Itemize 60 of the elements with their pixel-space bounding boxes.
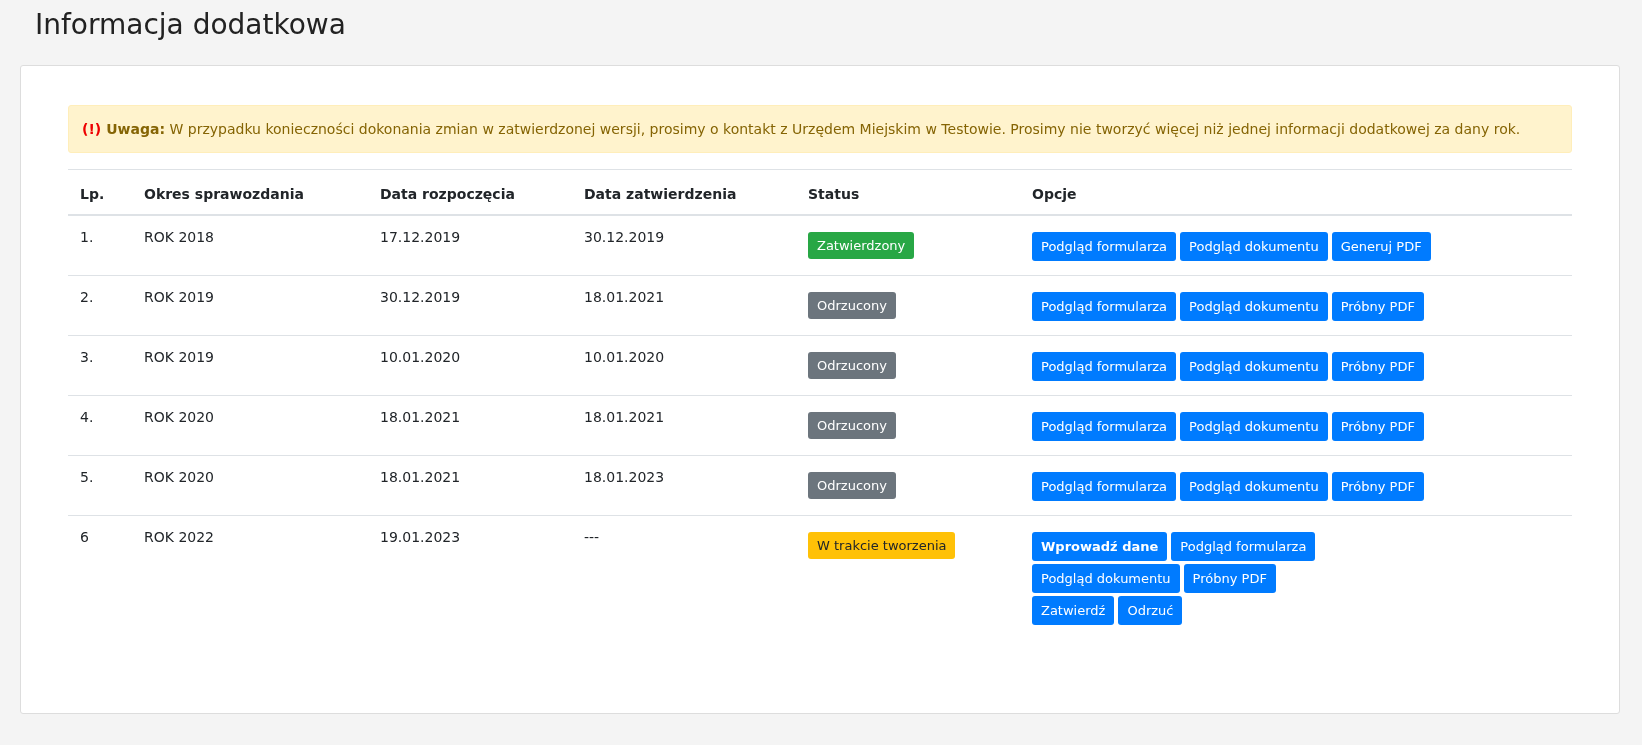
column-header: Status: [808, 186, 860, 202]
option-button[interactable]: Podgląd formularza: [1032, 352, 1177, 381]
column-header: Data zatwierdzenia: [584, 186, 737, 202]
option-button[interactable]: Próbny PDF: [1331, 292, 1424, 321]
table-cell: 18.01.2021: [584, 409, 665, 425]
table-cell: 10.01.2020: [380, 349, 461, 365]
table-cell: ROK 2019: [144, 289, 214, 305]
table-cell: 30.12.2019: [380, 289, 461, 305]
table-cell: 6: [80, 529, 89, 545]
option-button[interactable]: Podgląd dokumentu: [1180, 292, 1328, 321]
option-button[interactable]: Podgląd dokumentu: [1180, 472, 1328, 501]
table-cell: 4.: [80, 409, 94, 425]
warning-text: Uwaga: W przypadku konieczności dokonania zmian w zatwierdzonej wersji, prosimy o kontakt z Urzędem Miejskim w Testowie. Prosimy nie tworzyć więcej niż jednej informacji dodatkowej za dany rok.: [106, 121, 1521, 137]
option-button[interactable]: Podgląd formularza: [1032, 412, 1177, 441]
table-cell: 17.12.2019: [380, 229, 461, 245]
option-button[interactable]: Próbny PDF: [1183, 564, 1276, 593]
option-button[interactable]: Zatwierdź: [1032, 596, 1115, 625]
column-header: Opcje: [1032, 186, 1077, 202]
table-cell: 19.01.2023: [380, 529, 461, 545]
table-cell: ROK 2019: [144, 349, 214, 365]
option-button[interactable]: Podgląd dokumentu: [1180, 412, 1328, 441]
table-cell: 10.01.2020: [584, 349, 665, 365]
option-button[interactable]: Generuj PDF: [1331, 232, 1431, 261]
table-cell: 2.: [80, 289, 94, 305]
status-badge: Odrzucony: [808, 412, 896, 439]
option-button[interactable]: Podgląd dokumentu: [1180, 232, 1328, 261]
status-badge: Zatwierdzony: [808, 232, 915, 259]
status-badge: Odrzucony: [808, 472, 896, 499]
page-title: Informacja dodatkowa: [35, 7, 347, 43]
option-button[interactable]: Podgląd dokumentu: [1180, 352, 1328, 381]
table-cell: ---: [584, 529, 600, 545]
table-cell: ROK 2020: [144, 409, 214, 425]
option-button[interactable]: Próbny PDF: [1331, 472, 1424, 501]
table-cell: 3.: [80, 349, 94, 365]
option-button[interactable]: Podgląd formularza: [1171, 532, 1316, 561]
table-cell: 18.01.2021: [380, 469, 461, 485]
status-badge: Odrzucony: [808, 352, 896, 379]
option-button[interactable]: Próbny PDF: [1331, 412, 1424, 441]
column-header: Lp.: [80, 186, 105, 202]
status-badge: W trakcie tworzenia: [808, 532, 956, 559]
option-button[interactable]: Próbny PDF: [1331, 352, 1424, 381]
table-cell: ROK 2018: [144, 229, 214, 245]
status-badge: Odrzucony: [808, 292, 896, 319]
table-cell: 18.01.2023: [584, 469, 665, 485]
table-cell: ROK 2020: [144, 469, 214, 485]
column-header: Data rozpoczęcia: [380, 186, 515, 202]
option-button[interactable]: Podgląd dokumentu: [1032, 564, 1180, 593]
column-header: Okres sprawozdania: [144, 186, 304, 202]
option-button[interactable]: Podgląd formularza: [1032, 472, 1177, 501]
enter-data-button[interactable]: Wprowadź dane: [1032, 532, 1168, 561]
table-cell: 1.: [80, 229, 94, 245]
table-cell: 30.12.2019: [584, 229, 665, 245]
table-cell: ROK 2022: [144, 529, 214, 545]
option-button[interactable]: Podgląd formularza: [1032, 232, 1177, 261]
table-cell: 18.01.2021: [380, 409, 461, 425]
table-cell: 5.: [80, 469, 94, 485]
option-button[interactable]: Odrzuć: [1118, 596, 1183, 625]
option-button[interactable]: Podgląd formularza: [1032, 292, 1177, 321]
table-cell: 18.01.2021: [584, 289, 665, 305]
warning-mark: (!): [82, 121, 102, 137]
